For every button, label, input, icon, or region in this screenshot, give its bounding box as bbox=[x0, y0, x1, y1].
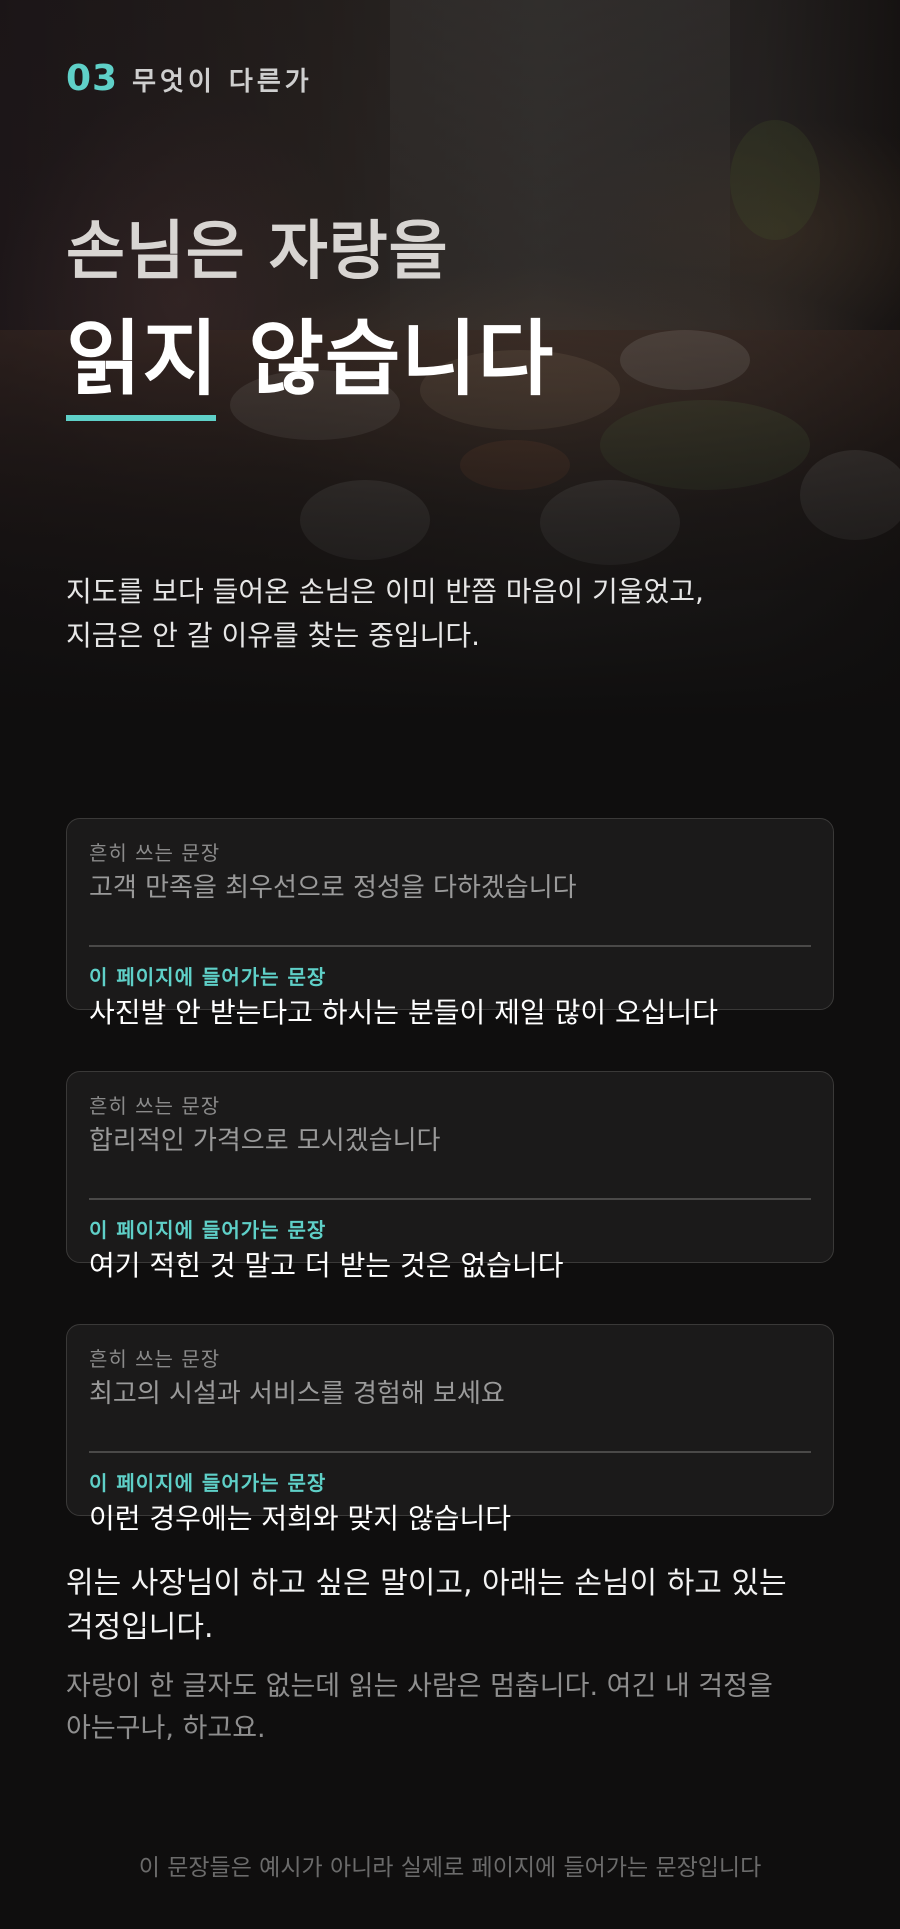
section-number: 03 bbox=[66, 58, 119, 99]
page-phrase-label: 이 페이지에 들어가는 문장 bbox=[89, 1471, 327, 1495]
summary-sub-line: 자랑이 한 글자도 없는데 읽는 사람은 멈춥니다. 여긴 내 걱정을 bbox=[66, 1671, 773, 1702]
title-accent-underline bbox=[66, 415, 216, 421]
summary-subtext: 자랑이 한 글자도 없는데 읽는 사람은 멈춥니다. 여긴 내 걱정을 아는구나… bbox=[66, 1666, 856, 1750]
page-phrase-label: 이 페이지에 들어가는 문장 bbox=[89, 965, 327, 989]
section-title-line2: 읽지 않습니다 bbox=[66, 312, 555, 407]
common-phrase-label: 흔히 쓰는 문장 bbox=[89, 1347, 221, 1371]
common-phrase-text: 최고의 시설과 서비스를 경험해 보세요 bbox=[89, 1379, 505, 1409]
comparison-card: 흔히 쓰는 문장 고객 만족을 최우선으로 정성을 다하겠습니다 이 페이지에 … bbox=[66, 818, 834, 1029]
section-label: 무엇이 다른가 bbox=[132, 67, 313, 97]
card-divider bbox=[89, 1451, 811, 1453]
summary-paragraph: 위는 사장님이 하고 싶은 말이고, 아래는 손님이 하고 있는 걱정입니다. bbox=[66, 1562, 846, 1650]
page-phrase-label: 이 페이지에 들어가는 문장 bbox=[89, 1218, 327, 1242]
summary-sub-line: 아는구나, 하고요. bbox=[66, 1713, 266, 1744]
summary-line: 걱정입니다. bbox=[66, 1610, 214, 1645]
section-title-line1: 손님은 자랑을 bbox=[66, 215, 449, 289]
common-phrase-text: 합리적인 가격으로 모시겠습니다 bbox=[89, 1126, 441, 1156]
intro-line: 지금은 안 갈 이유를 찾는 중입니다. bbox=[66, 619, 481, 652]
intro-paragraph: 지도를 보다 들어온 손님은 이미 반쯤 마음이 기울었고, 지금은 안 갈 이… bbox=[66, 570, 846, 658]
card-divider bbox=[89, 1198, 811, 1200]
section-eyebrow: 03 무엇이 다른가 bbox=[66, 58, 313, 99]
comparison-card: 흔히 쓰는 문장 최고의 시설과 서비스를 경험해 보세요 이 페이지에 들어가… bbox=[66, 1324, 834, 1535]
page-phrase-text: 이런 경우에는 저희와 맞지 않습니다 bbox=[89, 1502, 512, 1535]
common-phrase-label: 흔히 쓰는 문장 bbox=[89, 841, 221, 865]
common-phrase-text: 고객 만족을 최우선으로 정성을 다하겠습니다 bbox=[89, 873, 577, 903]
footer-note: 이 문장들은 예시가 아니라 실제로 페이지에 들어가는 문장입니다 bbox=[138, 1855, 762, 1881]
page-phrase-text: 사진발 안 받는다고 하시는 분들이 제일 많이 오십니다 bbox=[89, 996, 719, 1029]
intro-line: 지도를 보다 들어온 손님은 이미 반쯤 마음이 기울었고, bbox=[66, 575, 704, 608]
common-phrase-label: 흔히 쓰는 문장 bbox=[89, 1094, 221, 1118]
card-divider bbox=[89, 945, 811, 947]
comparison-card: 흔히 쓰는 문장 합리적인 가격으로 모시겠습니다 이 페이지에 들어가는 문장… bbox=[66, 1071, 834, 1282]
summary-line: 위는 사장님이 하고 싶은 말이고, 아래는 손님이 하고 있는 bbox=[66, 1566, 787, 1601]
page-phrase-text: 여기 적힌 것 말고 더 받는 것은 없습니다 bbox=[89, 1249, 564, 1282]
